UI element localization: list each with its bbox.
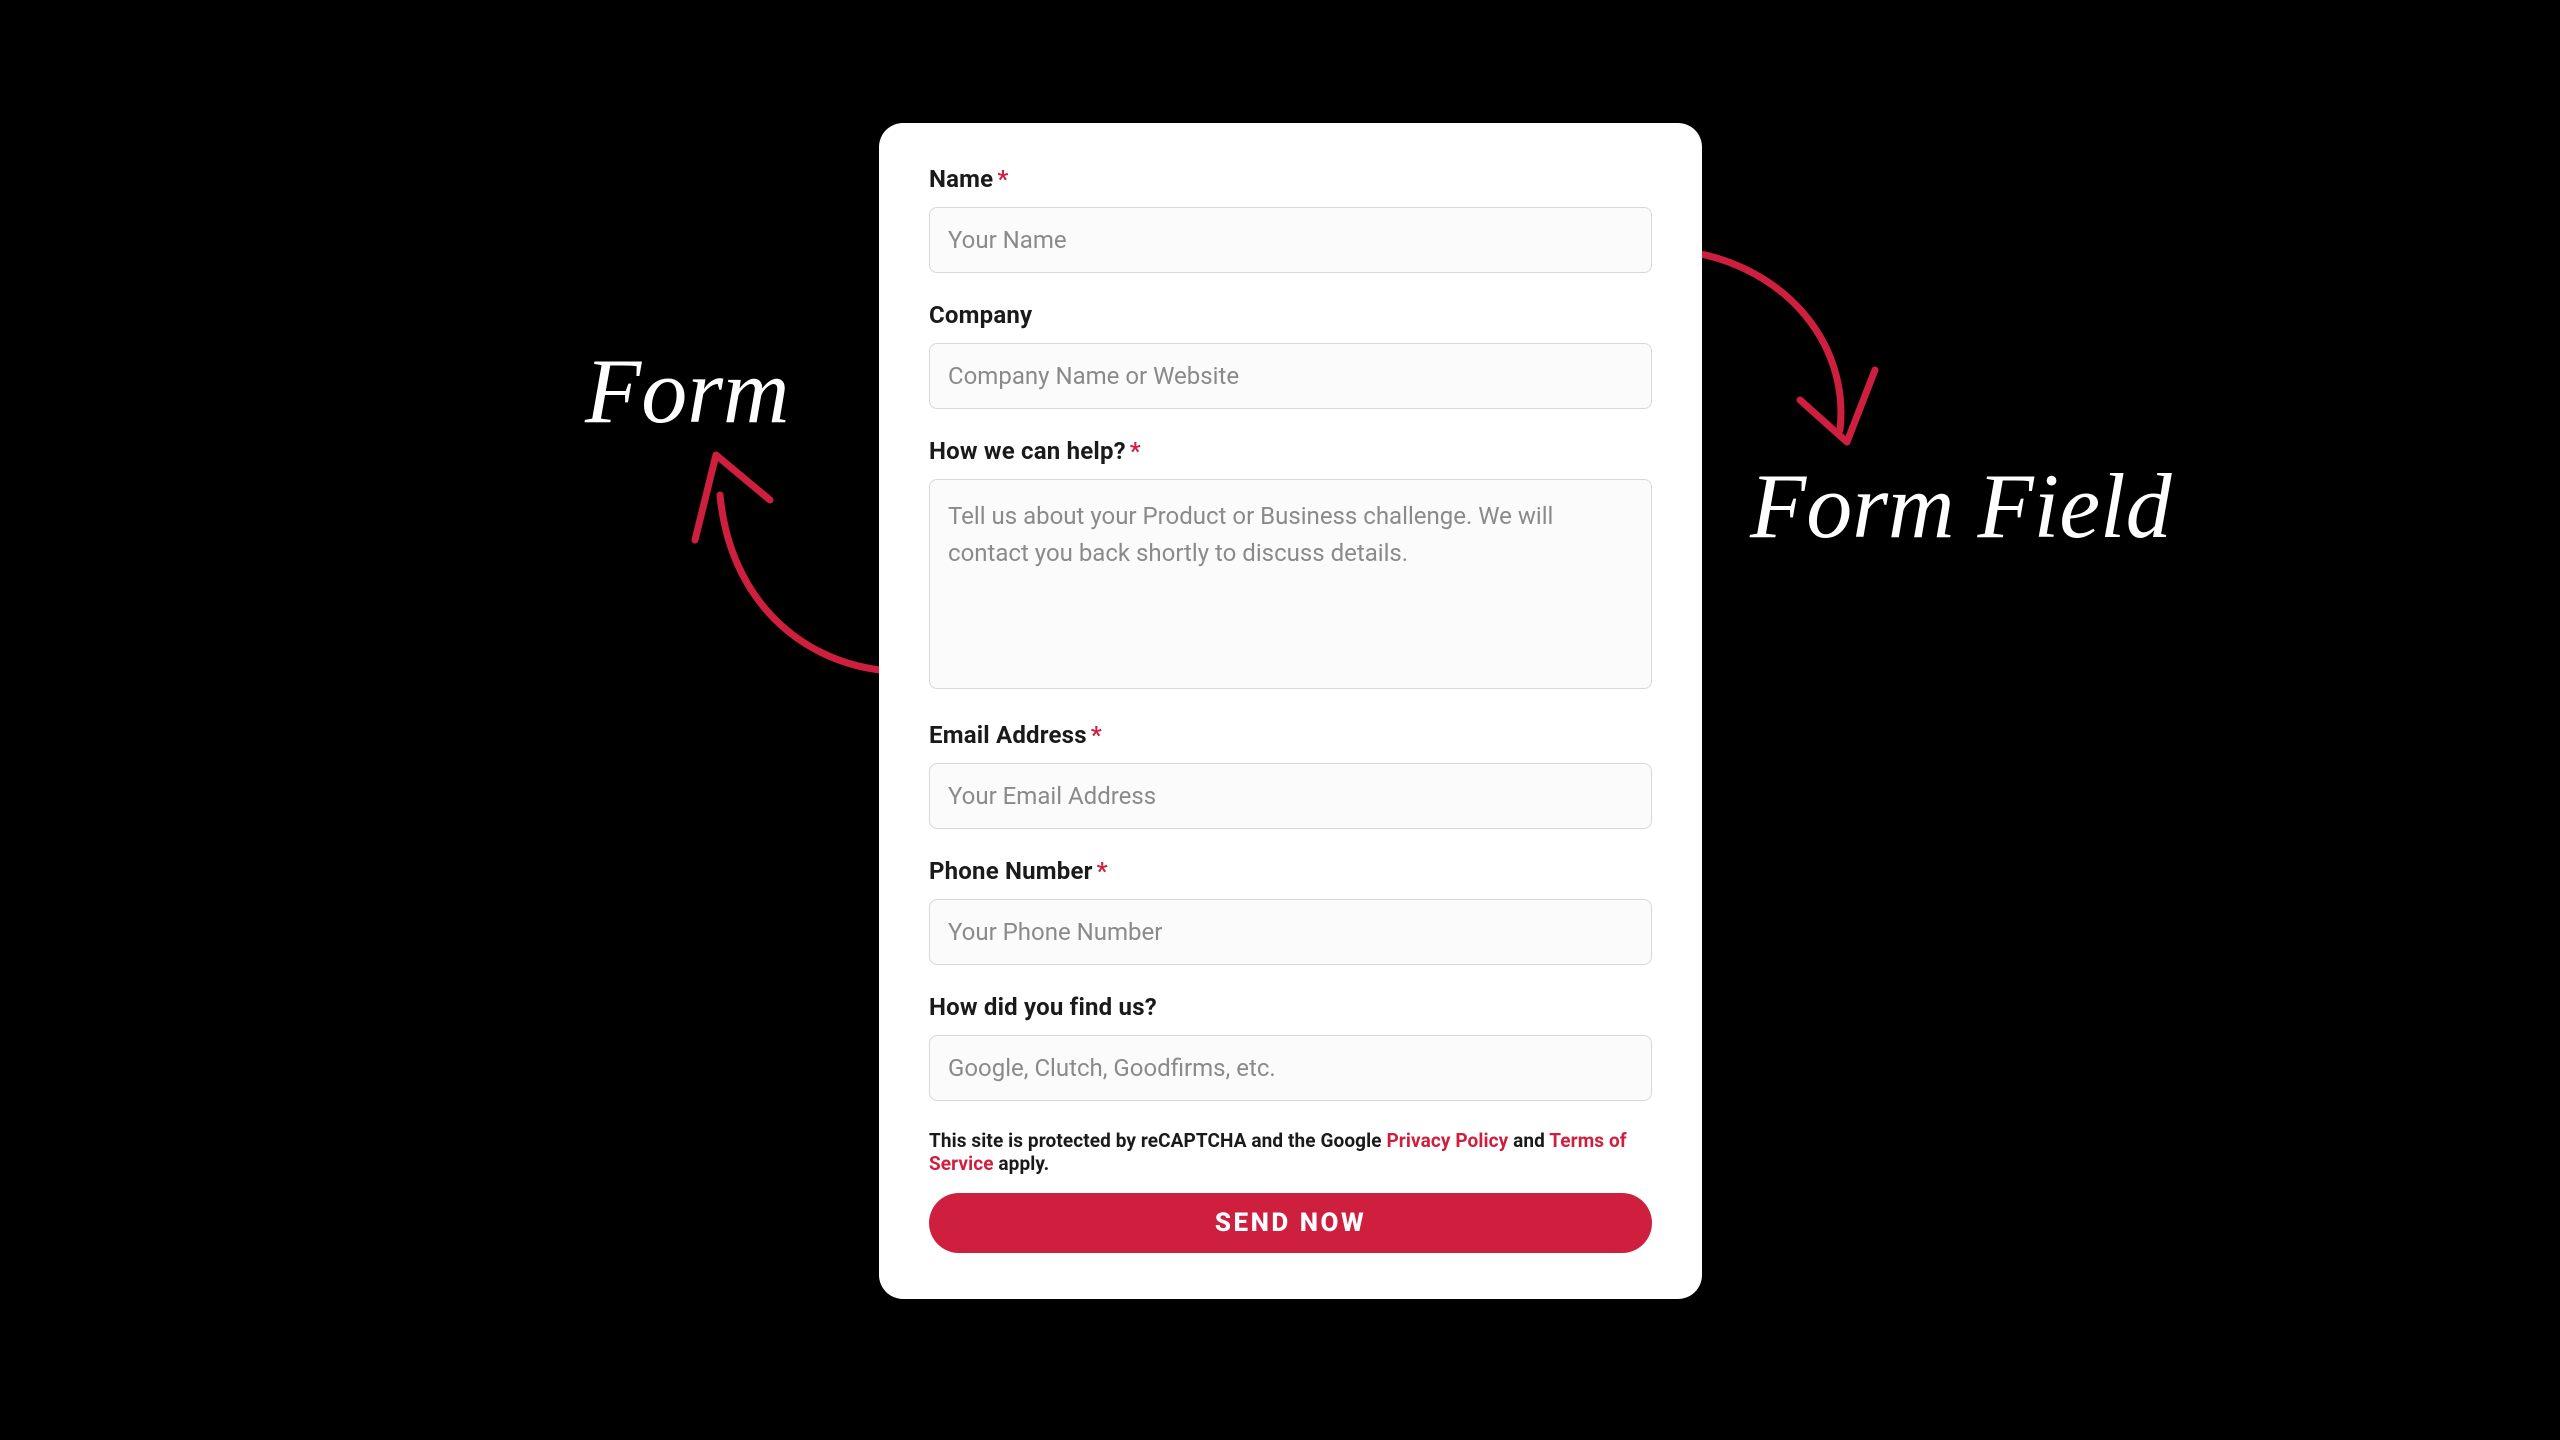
help-label: How we can help?* [929,437,1652,465]
send-now-button[interactable]: SEND NOW [929,1193,1652,1253]
annotation-form-field: Form Field [1750,460,2172,552]
phone-input[interactable] [929,899,1652,965]
phone-label: Phone Number* [929,857,1652,885]
privacy-policy-link[interactable]: Privacy Policy [1386,1129,1508,1152]
recaptcha-disclaimer: This site is protected by reCAPTCHA and … [929,1129,1652,1175]
findus-label: How did you find us? [929,993,1652,1021]
name-input[interactable] [929,207,1652,273]
annotation-form: Form [585,345,789,437]
email-input[interactable] [929,763,1652,829]
name-label: Name* [929,165,1652,193]
contact-form: Name* Company How we can help?* Email Ad… [879,123,1702,1299]
company-input[interactable] [929,343,1652,409]
email-label: Email Address* [929,721,1652,749]
findus-input[interactable] [929,1035,1652,1101]
company-label: Company [929,301,1652,329]
help-textarea[interactable] [929,479,1652,689]
